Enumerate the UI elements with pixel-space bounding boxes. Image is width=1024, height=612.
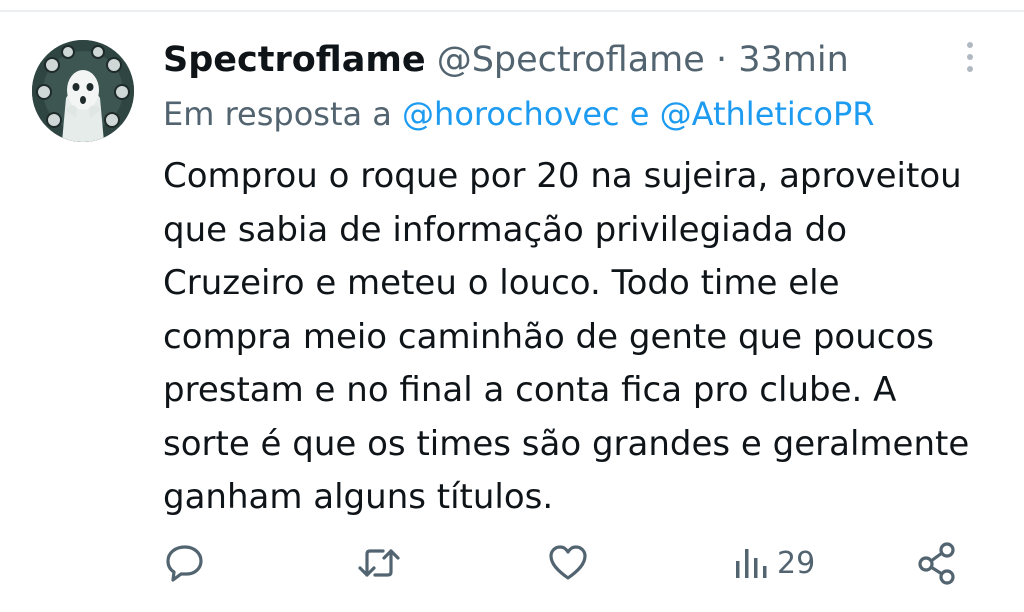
- avatar[interactable]: [32, 40, 134, 142]
- text-line: Cruzeiro e meteu o louco. Todo time ele: [163, 263, 840, 303]
- divider: [0, 10, 1024, 12]
- reply-prefix: Em resposta a: [163, 95, 392, 133]
- reply-conjunction: e: [629, 95, 650, 133]
- timestamp[interactable]: 33min: [738, 40, 849, 80]
- reply-context: Em resposta a @horochovec e @AthleticoPR: [163, 92, 875, 136]
- text-line: compra meio caminhão de gente que poucos: [163, 316, 934, 357]
- reply-icon: [166, 545, 203, 582]
- views-button[interactable]: 29: [733, 540, 815, 586]
- views-icon: [736, 549, 767, 578]
- text-line: ganham alguns títulos.: [163, 477, 554, 517]
- retweet-icon: [358, 549, 400, 577]
- mention-link[interactable]: @AthleticoPR: [660, 95, 875, 133]
- action-bar: 29: [0, 540, 1024, 590]
- share-button[interactable]: [916, 540, 960, 586]
- tweet-header: Spectroflame @Spectroflame · 33min: [163, 38, 849, 82]
- text-line: que sabia de informação privilegiada do: [163, 209, 848, 250]
- user-handle[interactable]: @Spectroflame: [437, 40, 705, 80]
- text-line: prestam e no final a conta fica pro club…: [163, 370, 897, 410]
- text-line: sorte é que os times são grandes e geral…: [163, 423, 970, 464]
- separator-dot: ·: [715, 40, 728, 80]
- share-icon: [918, 542, 955, 585]
- heart-icon: [549, 545, 587, 580]
- more-icon[interactable]: [960, 42, 980, 82]
- display-name[interactable]: Spectroflame: [163, 40, 426, 80]
- text-line: Comprou o roque por 20 na sujeira, aprov…: [163, 156, 962, 196]
- like-button[interactable]: [546, 540, 590, 586]
- retweet-button[interactable]: [355, 540, 403, 586]
- tweet-text: Comprou o roque por 20 na sujeira, aprov…: [163, 150, 1008, 525]
- views-count: 29: [777, 545, 816, 581]
- reply-button[interactable]: [163, 540, 207, 586]
- tweet[interactable]: Spectroflame @Spectroflame · 33min Em re…: [0, 0, 1024, 612]
- mention-link[interactable]: @horochovec: [402, 95, 620, 133]
